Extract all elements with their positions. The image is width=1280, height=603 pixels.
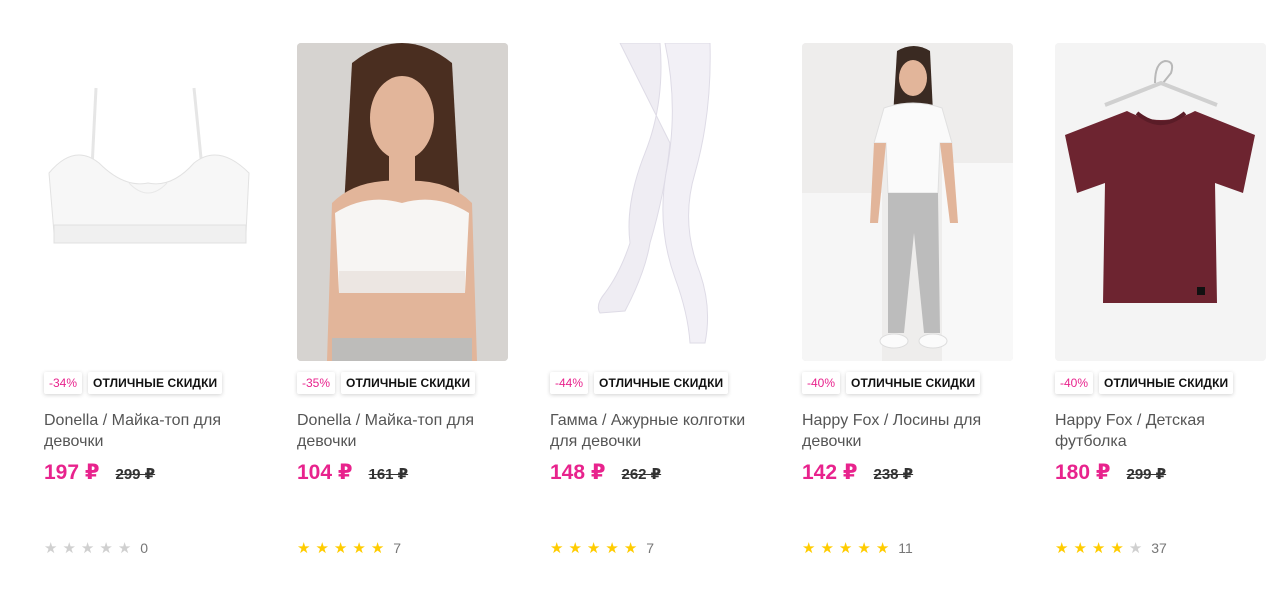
discount-badge: -44% <box>550 372 589 394</box>
burgundy-tshirt-on-hanger-image <box>1055 43 1266 361</box>
star-icon: ★ <box>99 539 113 557</box>
star-icon: ★ <box>333 539 348 557</box>
product-title[interactable]: Donella / Майка-топ для девочки <box>297 410 508 452</box>
product-card[interactable]: -40% ОТЛИЧНЫЕ СКИДКИ Happy Fox / Детская… <box>1055 43 1266 583</box>
star-icon: ★ <box>352 539 366 557</box>
product-card[interactable]: -34% ОТЛИЧНЫЕ СКИДКИ Donella / Майка-топ… <box>44 43 255 583</box>
rating: ★ ★ ★ ★ ★ 7 <box>550 540 654 556</box>
rating: ★ ★ ★ ★ ★ 11 <box>802 540 913 556</box>
star-icon: ★ <box>315 539 329 557</box>
white-bra-top-image <box>44 43 255 361</box>
star-icon: ★ <box>568 539 582 557</box>
star-icon: ★ <box>605 539 619 557</box>
product-title[interactable]: Donella / Майка-топ для девочки <box>44 410 255 452</box>
review-count[interactable]: 0 <box>140 540 148 556</box>
star-icon: ★ <box>1055 539 1069 557</box>
review-count[interactable]: 11 <box>898 540 913 556</box>
girl-in-grey-leggings-image <box>802 43 1013 361</box>
old-price: 299 ₽ <box>1126 466 1167 483</box>
star-icon: ★ <box>586 539 601 557</box>
old-price: 262 ₽ <box>621 466 662 483</box>
star-icon: ★ <box>44 539 58 557</box>
star-icon: ★ <box>838 539 853 557</box>
star-icon: ★ <box>1073 539 1087 557</box>
product-image[interactable] <box>44 43 255 361</box>
product-title[interactable]: Happy Fox / Лосины для девочки <box>802 410 1013 452</box>
product-title[interactable]: Гамма / Ажурные колготки для девочки <box>550 410 761 452</box>
discount-badge: -35% <box>297 372 336 394</box>
star-icon: ★ <box>117 539 132 557</box>
star-icon: ★ <box>62 539 76 557</box>
rating: ★ ★ ★ ★ ★ 0 <box>44 540 148 556</box>
promo-badge: ОТЛИЧНЫЕ СКИДКИ <box>88 372 223 394</box>
review-count[interactable]: 37 <box>1151 540 1167 556</box>
discount-badge: -40% <box>1055 372 1094 394</box>
rating: ★ ★ ★ ★ ★ 7 <box>297 540 401 556</box>
product-image[interactable] <box>297 43 508 361</box>
product-grid: -34% ОТЛИЧНЫЕ СКИДКИ Donella / Майка-топ… <box>0 0 1280 603</box>
star-icon: ★ <box>370 539 385 557</box>
girl-in-white-top-image <box>297 43 508 361</box>
old-price: 238 ₽ <box>873 466 914 483</box>
promo-badge: ОТЛИЧНЫЕ СКИДКИ <box>341 372 476 394</box>
star-icon: ★ <box>623 539 638 557</box>
product-image[interactable] <box>1055 43 1266 361</box>
star-icon: ★ <box>297 539 311 557</box>
product-card[interactable]: -40% ОТЛИЧНЫЕ СКИДКИ Happy Fox / Лосины … <box>802 43 1013 583</box>
product-image[interactable] <box>802 43 1013 361</box>
promo-badge: ОТЛИЧНЫЕ СКИДКИ <box>594 372 729 394</box>
star-icon: ★ <box>1091 539 1106 557</box>
product-card[interactable]: -35% ОТЛИЧНЫЕ СКИДКИ Donella / Майка-топ… <box>297 43 508 583</box>
star-icon: ★ <box>820 539 834 557</box>
star-icon: ★ <box>80 539 95 557</box>
star-icon: ★ <box>550 539 564 557</box>
discount-badge: -34% <box>44 372 83 394</box>
review-count[interactable]: 7 <box>393 540 401 556</box>
star-icon: ★ <box>1110 539 1124 557</box>
product-image[interactable] <box>550 43 761 361</box>
star-icon: ★ <box>1128 539 1143 557</box>
current-price: 180 ₽ <box>1055 461 1111 484</box>
old-price: 161 ₽ <box>368 466 409 483</box>
star-icon: ★ <box>857 539 871 557</box>
rating: ★ ★ ★ ★ ★ 37 <box>1055 540 1167 556</box>
product-title[interactable]: Happy Fox / Детская футболка <box>1055 410 1266 452</box>
old-price: 299 ₽ <box>115 466 156 483</box>
promo-badge: ОТЛИЧНЫЕ СКИДКИ <box>846 372 981 394</box>
current-price: 197 ₽ <box>44 461 100 484</box>
promo-badge: ОТЛИЧНЫЕ СКИДКИ <box>1099 372 1234 394</box>
current-price: 148 ₽ <box>550 461 606 484</box>
current-price: 142 ₽ <box>802 461 858 484</box>
product-card[interactable]: -44% ОТЛИЧНЫЕ СКИДКИ Гамма / Ажурные кол… <box>550 43 761 583</box>
star-icon: ★ <box>875 539 890 557</box>
discount-badge: -40% <box>802 372 841 394</box>
star-icon: ★ <box>802 539 816 557</box>
white-tights-legs-image <box>550 43 761 361</box>
review-count[interactable]: 7 <box>646 540 654 556</box>
current-price: 104 ₽ <box>297 461 353 484</box>
